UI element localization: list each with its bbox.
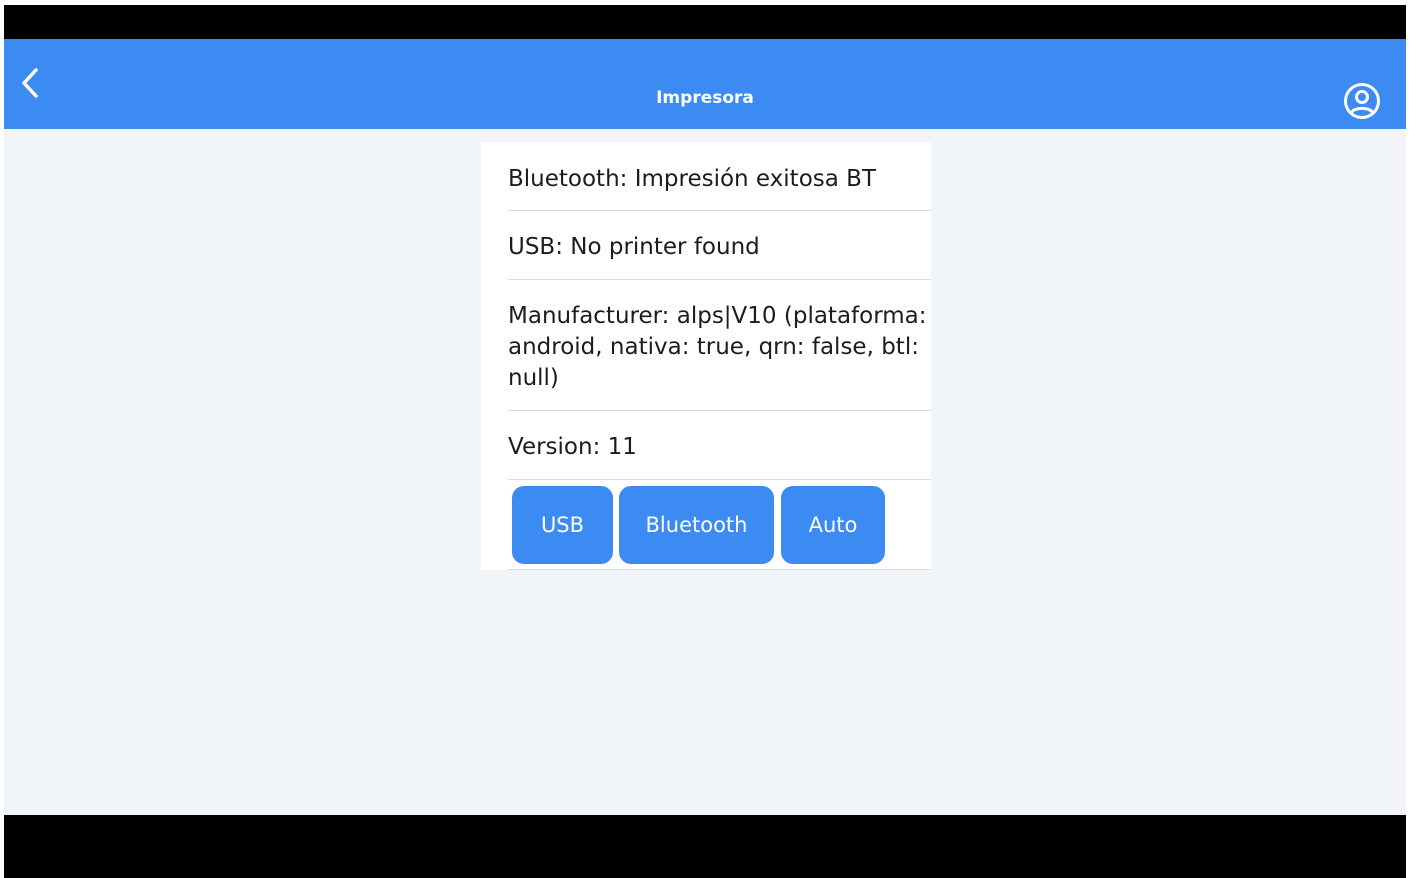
auto-button[interactable]: Auto	[781, 486, 885, 564]
content-area: Bluetooth: Impresión exitosa BT USB: No …	[4, 129, 1406, 815]
usb-status-text: USB: No printer found	[508, 234, 760, 260]
back-button[interactable]	[10, 63, 50, 103]
navigation-bar	[4, 815, 1406, 878]
profile-button[interactable]	[1340, 79, 1384, 123]
usb-status-item: USB: No printer found	[508, 211, 931, 280]
print-mode-buttons: USB Bluetooth Auto	[508, 480, 931, 570]
manufacturer-item: Manufacturer: alps|V10 (plataforma: andr…	[508, 280, 931, 411]
version-item: Version: 11	[508, 411, 931, 480]
bluetooth-button[interactable]: Bluetooth	[619, 486, 774, 564]
printer-info-card: Bluetooth: Impresión exitosa BT USB: No …	[481, 142, 931, 570]
bluetooth-status-text: Bluetooth: Impresión exitosa BT	[508, 166, 876, 192]
status-bar	[4, 5, 1406, 39]
user-circle-icon	[1344, 83, 1380, 119]
version-text: Version: 11	[508, 434, 637, 460]
device-screen: Impresora Bluetooth: Impresión exitosa B…	[4, 5, 1406, 878]
app-header: Impresora	[4, 39, 1406, 129]
chevron-left-icon	[22, 68, 38, 98]
manufacturer-text: Manufacturer: alps|V10 (plataforma: andr…	[508, 303, 927, 391]
bluetooth-status-item: Bluetooth: Impresión exitosa BT	[508, 142, 931, 211]
usb-button[interactable]: USB	[512, 486, 613, 564]
page-title: Impresora	[656, 88, 754, 108]
